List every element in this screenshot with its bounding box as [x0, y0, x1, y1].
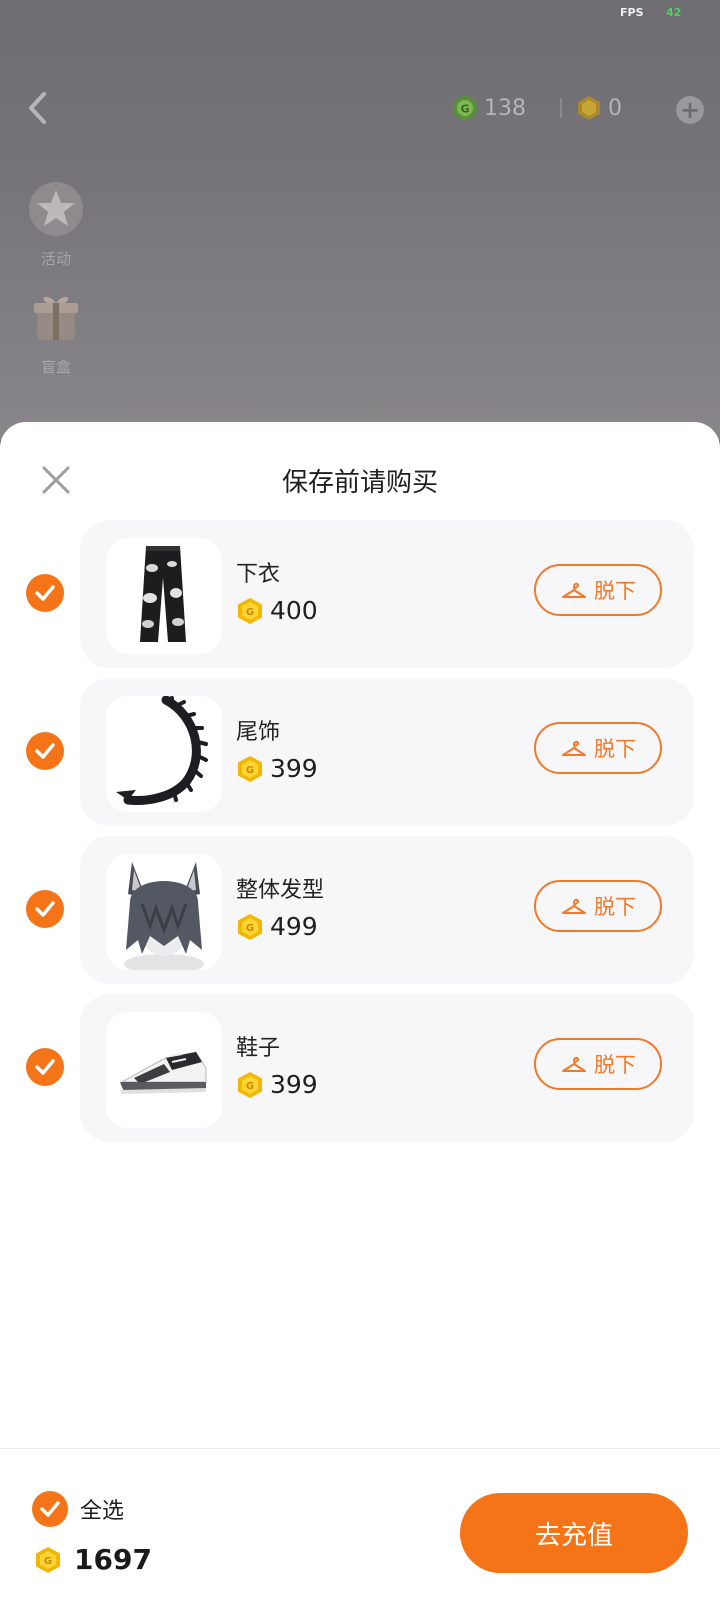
item-price-value: 400: [270, 596, 318, 625]
item-price-value: 499: [270, 912, 318, 941]
item-price-value: 399: [270, 754, 318, 783]
hanger-icon: [562, 582, 586, 598]
side-menu-blindbox-label: 盲盒: [40, 358, 71, 376]
item-row-shoes: 鞋子 G 399 脱下: [0, 994, 720, 1142]
item-row-tail: 尾饰 G 399 脱下: [0, 678, 720, 826]
back-icon[interactable]: [22, 88, 52, 128]
green-gem-coin-icon: G: [453, 96, 477, 120]
gold-coin-icon: [578, 96, 600, 120]
currency-gold-value: 0: [608, 95, 622, 121]
hairstyle-image: [106, 854, 222, 970]
svg-text:G: G: [246, 923, 254, 934]
side-menu-blindbox[interactable]: 盲盒: [22, 286, 90, 377]
pants-image: [106, 538, 222, 654]
gold-coin-icon: G: [238, 913, 262, 940]
item-name: 下衣: [236, 562, 281, 587]
check-icon: [35, 1059, 55, 1075]
hanger-icon: [562, 898, 586, 914]
undress-button-label: 脱下: [594, 737, 636, 761]
currency-green-value: 138: [484, 95, 526, 121]
check-icon: [35, 901, 55, 917]
item-row-pants: 下衣 G 400 脱下: [0, 520, 720, 668]
select-all-toggle[interactable]: 全选: [32, 1491, 124, 1527]
item-card[interactable]: 下衣 G 400 脱下: [80, 520, 694, 668]
hanger-icon: [562, 740, 586, 756]
item-card[interactable]: 尾饰 G 399 脱下: [80, 678, 694, 826]
currency-divider: [560, 98, 562, 118]
tail-image: [106, 696, 222, 812]
star-badge-icon: [29, 182, 83, 236]
currency-green[interactable]: G 138: [452, 92, 526, 124]
select-all-label: 全选: [80, 1499, 125, 1524]
fps-label: FPS: [620, 6, 644, 19]
check-icon: [40, 1501, 60, 1517]
undress-button-label: 脱下: [594, 1053, 636, 1077]
gold-coin-icon: G: [238, 597, 262, 624]
check-icon: [35, 585, 55, 601]
svg-text:G: G: [246, 765, 254, 776]
svg-text:G: G: [246, 1081, 254, 1092]
gift-box-icon: [34, 296, 78, 340]
item-price: G 400: [236, 596, 318, 625]
background-scene: FPS 42 G 138 0 + 活动 盲盒: [0, 0, 720, 440]
undress-button[interactable]: 脱下: [534, 1038, 662, 1090]
gold-coin-icon: G: [238, 1071, 262, 1098]
item-name: 尾饰: [236, 720, 281, 745]
item-checkbox[interactable]: [26, 574, 64, 612]
total-price: G 1697: [34, 1543, 152, 1576]
item-checkbox[interactable]: [26, 1048, 64, 1086]
purchase-sheet: 保存前请购买 下衣 G 400 脱下 尾饰 G 399 脱下 整体发型 G 49…: [0, 422, 720, 1613]
item-name: 鞋子: [236, 1036, 281, 1061]
shoes-image: [106, 1012, 222, 1128]
undress-button[interactable]: 脱下: [534, 880, 662, 932]
gold-coin-icon: G: [238, 755, 262, 782]
side-menu-activity[interactable]: 活动: [22, 178, 90, 269]
item-price: G 499: [236, 912, 318, 941]
svg-text:G: G: [246, 607, 254, 618]
side-menu-activity-label: 活动: [40, 250, 71, 268]
item-checkbox[interactable]: [26, 732, 64, 770]
currency-gold[interactable]: 0: [576, 92, 622, 124]
gold-coin-icon: G: [36, 1546, 60, 1573]
select-all-checkbox[interactable]: [32, 1491, 68, 1527]
undress-button[interactable]: 脱下: [534, 564, 662, 616]
item-price: G 399: [236, 754, 318, 783]
recharge-button[interactable]: 去充值: [460, 1493, 688, 1573]
item-checkbox[interactable]: [26, 890, 64, 928]
undress-button[interactable]: 脱下: [534, 722, 662, 774]
item-card[interactable]: 鞋子 G 399 脱下: [80, 994, 694, 1142]
checkout-footer: 全选 G 1697 去充值: [0, 1448, 720, 1613]
check-icon: [35, 743, 55, 759]
sheet-title: 保存前请购买: [281, 468, 438, 498]
item-name: 整体发型: [236, 878, 325, 903]
item-price: G 399: [236, 1070, 318, 1099]
total-price-value: 1697: [74, 1543, 152, 1576]
item-row-hairstyle: 整体发型 G 499 脱下: [0, 836, 720, 984]
undress-button-label: 脱下: [594, 579, 636, 603]
undress-button-label: 脱下: [594, 895, 636, 919]
svg-text:G: G: [460, 103, 469, 116]
fps-value: 42: [666, 6, 682, 19]
svg-text:G: G: [44, 1556, 52, 1567]
hanger-icon: [562, 1056, 586, 1072]
item-card[interactable]: 整体发型 G 499 脱下: [80, 836, 694, 984]
item-price-value: 399: [270, 1070, 318, 1099]
plus-icon[interactable]: +: [676, 96, 704, 124]
